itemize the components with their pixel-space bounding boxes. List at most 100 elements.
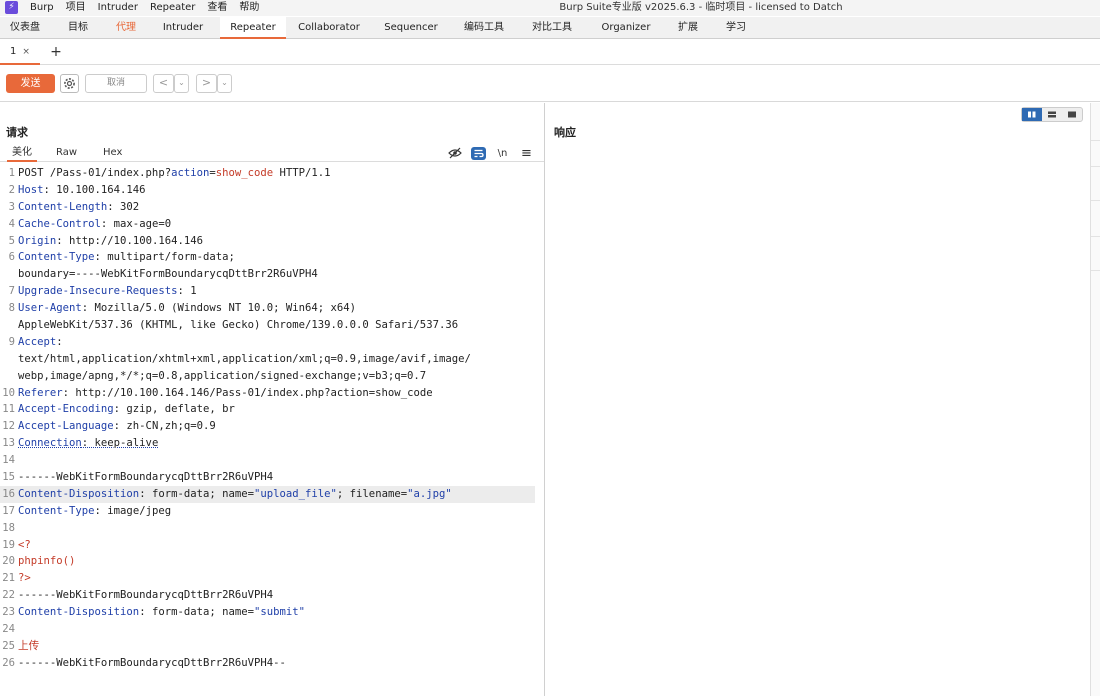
hamburger-menu-icon[interactable]: ≡ [519,147,534,160]
code-line[interactable]: AppleWebKit/537.36 (KHTML, like Gecko) C… [0,317,544,334]
line-number: 24 [2,623,15,636]
tab-intruder[interactable]: Intruder [146,17,220,39]
tab-dashboard[interactable]: 仪表盘 [0,17,50,39]
line-number: 20 [2,555,15,568]
tab-learn[interactable]: 学习 [710,17,762,39]
line-number: 14 [2,454,15,467]
menu-burp[interactable]: Burp [24,0,60,16]
code-line[interactable]: 3 Content-Length: 302 [0,199,544,216]
code-line[interactable]: 13 Connection: keep-alive [0,435,544,452]
show-newlines-toggle[interactable]: \n [495,147,510,160]
code-line[interactable]: 11 Accept-Encoding: gzip, deflate, br [0,401,544,418]
request-view-options: \n ≡ [447,145,534,161]
layout-tabs-icon[interactable] [1062,108,1082,121]
line-number: 1 [8,167,15,179]
hide-nonprinting-eye-slash-icon[interactable] [447,147,462,160]
menu-view[interactable]: 查看 [201,0,233,16]
tab-comparer[interactable]: 对比工具 [518,17,586,39]
code-line[interactable]: 9 Accept: [0,334,544,351]
tab-repeater[interactable]: Repeater [220,17,286,39]
code-token: POST /Pass-01/index.php? [18,167,172,179]
code-line[interactable]: boundary=----WebKitFormBoundarycqDttBrr2… [0,266,544,283]
code-line[interactable]: 7 Upgrade-Insecure-Requests: 1 [0,283,544,300]
code-token: : [56,335,63,348]
add-tab-icon[interactable]: + [49,41,63,65]
code-line[interactable]: 21 ?> [0,570,544,587]
tab-target[interactable]: 目标 [50,17,106,39]
request-title: 请求 [6,126,28,139]
tab-organizer[interactable]: Organizer [586,17,666,39]
tab-decoder[interactable]: 编码工具 [450,17,518,39]
word-wrap-toggle-icon[interactable] [471,146,486,160]
code-token: show_code [215,167,274,179]
code-token: : gzip, deflate, br [113,403,235,416]
close-icon[interactable]: × [22,47,30,57]
cancel-button[interactable]: 取消 [85,74,147,93]
line-number: 21 [2,572,15,585]
code-line[interactable]: text/html,application/xhtml+xml,applicat… [0,351,544,368]
forward-button[interactable]: > [196,74,217,93]
code-line[interactable]: 4 Cache-Control: max-age=0 [0,216,544,233]
code-token: Upgrade-Insecure-Requests [18,285,178,298]
code-line[interactable]: 20 phpinfo() [0,553,544,570]
code-line[interactable]: 12 Accept-Language: zh-CN,zh;q=0.9 [0,418,544,435]
code-line[interactable]: 14 [0,452,544,469]
request-editor[interactable]: 1 POST /Pass-01/index.php?action=show_cod… [0,165,544,672]
tab-raw[interactable]: Raw [56,144,77,162]
line-number: 16 [2,487,15,500]
settings-gear-icon[interactable] [60,74,79,93]
code-line[interactable]: 18 [0,520,544,537]
line-number: 9 [8,335,15,348]
code-line[interactable]: webp,image/apng,*/*;q=0.8,application/si… [0,368,544,385]
side-divider [1091,140,1100,141]
code-line[interactable]: 25 上传 [0,638,544,655]
layout-side-by-side-icon[interactable] [1022,108,1042,121]
tab-hex[interactable]: Hex [103,144,122,162]
tab-extensions[interactable]: 扩展 [666,17,710,39]
side-divider [1091,200,1100,201]
line-number: 23 [2,606,15,619]
menu-intruder[interactable]: Intruder [92,0,144,16]
tab-collaborator[interactable]: Collaborator [286,17,372,39]
code-token: : zh-CN,zh;q=0.9 [113,420,216,433]
back-history-chevron-down-icon[interactable]: ⌄ [174,74,189,93]
code-line[interactable]: 24 [0,621,544,638]
code-line[interactable]: 6 Content-Type: multipart/form-data; [0,249,544,266]
line-number: 25 [2,639,15,652]
code-line[interactable]: 15 ------WebKitFormBoundarycqDttBrr2R6uVP… [0,469,544,486]
code-line[interactable]: 10 Referer: http://10.100.164.146/Pass-01… [0,385,544,402]
line-number: 2 [8,183,15,196]
menu-repeater[interactable]: Repeater [144,0,201,16]
back-button[interactable]: < [153,74,174,93]
send-button[interactable]: 发送 [6,74,55,93]
repeater-tab-bar: 1 × + [0,41,1100,65]
repeater-tab-label: 1 [10,46,17,57]
code-line[interactable]: 22 ------WebKitFormBoundarycqDttBrr2R6uVP… [0,587,544,604]
code-line[interactable]: 5 Origin: http://10.100.164.146 [0,233,544,250]
line-number: 7 [8,285,15,298]
code-line[interactable]: 16 Content-Disposition: form-data; name="… [0,485,535,503]
code-token: 上传 [18,639,40,652]
layout-top-bottom-icon[interactable] [1042,108,1062,121]
forward-history-chevron-down-icon[interactable]: ⌄ [217,74,232,93]
code-line[interactable]: 17 Content-Type: image/jpeg [0,503,544,520]
inspector-side-strip[interactable] [1090,103,1100,696]
code-line[interactable]: 1 POST /Pass-01/index.php?action=show_cod… [0,165,544,182]
tab-proxy[interactable]: 代理 [106,17,146,39]
code-line[interactable]: 19 <? [0,537,544,554]
code-token: ?> [18,572,31,585]
tab-sequencer[interactable]: Sequencer [372,17,450,39]
code-line[interactable]: 23 Content-Disposition: form-data; name="… [0,604,544,621]
line-number: 4 [8,217,15,230]
gear-icon [64,78,75,89]
code-line[interactable]: 8 User-Agent: Mozilla/5.0 (Windows NT 10.… [0,300,544,317]
code-line[interactable]: 2 Host: 10.100.164.146 [0,182,544,199]
menu-help[interactable]: 帮助 [233,0,265,16]
code-token: ------WebKitFormBoundarycqDttBrr2R6uVPH4 [18,471,274,484]
repeater-tab-1[interactable]: 1 × [0,41,40,65]
side-divider [1091,166,1100,167]
menu-project[interactable]: 项目 [60,0,92,16]
code-line[interactable]: 26 ------WebKitFormBoundarycqDttBrr2R6uVP… [0,655,544,672]
tab-pretty[interactable]: 美化 [7,144,37,162]
code-token: Content-Length [18,200,108,213]
